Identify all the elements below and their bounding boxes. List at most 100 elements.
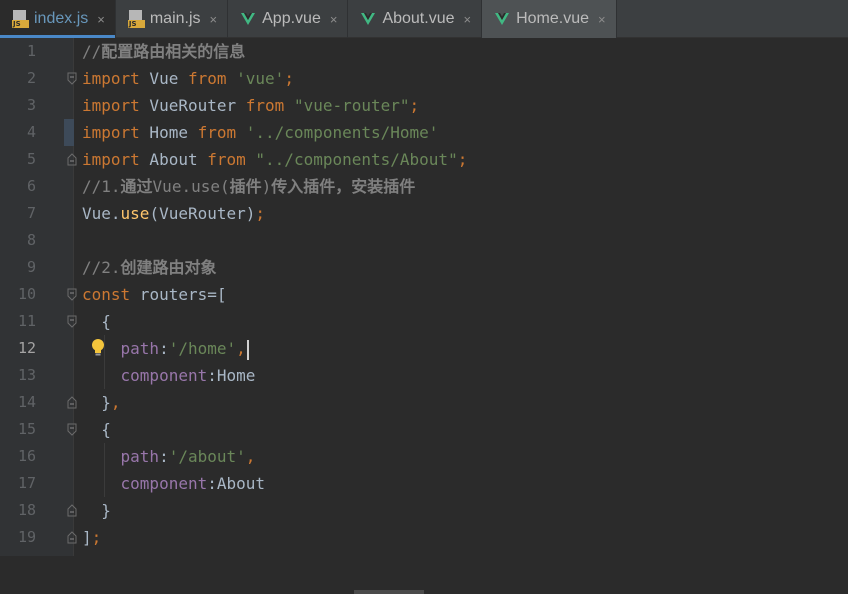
line-number: 18: [17, 501, 36, 519]
tab-label: App.vue: [262, 10, 321, 27]
code-token: '../components/Home': [245, 123, 439, 142]
code-line[interactable]: 16 path:'/about',: [0, 443, 848, 470]
code-token: 配置路由相关的信息: [101, 42, 246, 61]
code-text: {: [82, 308, 111, 335]
code-line[interactable]: 17 component:About: [0, 470, 848, 497]
code-token: 传入插件，安装插件: [271, 177, 416, 196]
fold-end-icon[interactable]: [67, 396, 77, 409]
code-token: from: [187, 69, 227, 88]
code-text: {: [82, 416, 111, 443]
line-number: 2: [26, 69, 36, 87]
code-line[interactable]: 3 import VueRouter from "vue-router";: [0, 92, 848, 119]
fold-end-icon[interactable]: [67, 153, 77, 166]
line-number: 12: [17, 339, 36, 357]
tab-app-vue[interactable]: App.vue ×: [228, 0, 349, 38]
code-text: //2.创建路由对象: [82, 254, 217, 281]
code-token: }: [82, 501, 111, 520]
change-marker: [64, 119, 74, 146]
close-icon[interactable]: ×: [330, 12, 338, 27]
code-text: },: [82, 389, 120, 416]
code-line[interactable]: 19];: [0, 524, 848, 551]
close-icon[interactable]: ×: [464, 12, 472, 27]
tab-about-vue[interactable]: About.vue ×: [348, 0, 483, 38]
js-file-icon: JS: [12, 10, 29, 28]
fold-end-icon[interactable]: [67, 504, 77, 517]
code-token: component: [120, 474, 208, 493]
tab-label: Home.vue: [516, 10, 590, 27]
code-text: //配置路由相关的信息: [82, 38, 245, 65]
code-token: import: [82, 150, 140, 169]
code-line[interactable]: 8: [0, 227, 848, 254]
code-token: //: [82, 42, 102, 61]
tab-home-vue[interactable]: Home.vue ×: [482, 0, 617, 38]
close-icon[interactable]: ×: [598, 12, 606, 27]
code-line[interactable]: 15 {: [0, 416, 848, 443]
code-line[interactable]: 2 import Vue from 'vue';: [0, 65, 848, 92]
code-line[interactable]: 12 path:'/home',: [0, 335, 848, 362]
code-line[interactable]: 11 {: [0, 308, 848, 335]
vue-file-icon: [241, 13, 256, 25]
code-token: 通过: [120, 177, 153, 196]
tab-label: index.js: [34, 10, 89, 27]
text-cursor: [246, 339, 249, 360]
tab-index-js[interactable]: JS index.js ×: [0, 0, 116, 38]
code-token: {: [82, 312, 111, 331]
line-number: 16: [17, 447, 36, 465]
code-token: ,: [245, 447, 256, 466]
code-text: import VueRouter from "vue-router";: [82, 92, 419, 119]
code-token: import: [82, 96, 140, 115]
code-token: ;: [457, 150, 468, 169]
fold-expanded-icon[interactable]: [67, 315, 77, 328]
code-token: Vue.use(: [152, 177, 230, 196]
fold-expanded-icon[interactable]: [67, 423, 77, 436]
line-number: 8: [26, 231, 36, 249]
fold-end-icon[interactable]: [67, 531, 77, 544]
code-text: }: [82, 497, 111, 524]
line-number: 1: [26, 42, 36, 60]
code-line[interactable]: 13 component:Home: [0, 362, 848, 389]
code-text: ];: [82, 524, 101, 551]
fold-expanded-icon[interactable]: [67, 72, 77, 85]
code-line[interactable]: 1 //配置路由相关的信息: [0, 38, 848, 65]
line-number: 14: [17, 393, 36, 411]
code-token: ): [261, 177, 272, 196]
code-token: Vue.: [82, 204, 121, 223]
code-line[interactable]: 18 }: [0, 497, 848, 524]
code-token: 创建路由对象: [120, 258, 217, 277]
code-text: Vue.use(VueRouter);: [82, 200, 265, 227]
fold-expanded-icon[interactable]: [67, 288, 77, 301]
tab-main-js[interactable]: JS main.js ×: [116, 0, 229, 38]
horizontal-scrollbar-thumb[interactable]: [354, 590, 424, 594]
code-line[interactable]: 5 import About from "../components/About"…: [0, 146, 848, 173]
code-token: ;: [255, 204, 266, 223]
code-token: //1.: [82, 177, 121, 196]
code-token: "vue-router": [293, 96, 410, 115]
code-line[interactable]: 6 //1.通过Vue.use(插件)传入插件，安装插件: [0, 173, 848, 200]
code-token: import: [82, 69, 140, 88]
code-line[interactable]: 7 Vue.use(VueRouter);: [0, 200, 848, 227]
code-text: import Home from '../components/Home': [82, 119, 438, 146]
code-token: {: [82, 420, 111, 439]
code-line[interactable]: 14 },: [0, 389, 848, 416]
code-token: ;: [409, 96, 420, 115]
code-token: ,: [236, 339, 246, 358]
code-line[interactable]: 10 const routers=[: [0, 281, 848, 308]
code-line[interactable]: 9 //2.创建路由对象: [0, 254, 848, 281]
editor-tab-bar: JS index.js × JS main.js × App.vue × About.vue × H…: [0, 0, 848, 38]
code-text: path:'/home',: [82, 335, 249, 362]
code-line[interactable]: 4 import Home from '../components/Home': [0, 119, 848, 146]
code-token: '/about': [168, 447, 246, 466]
code-token: (VueRouter): [149, 204, 256, 223]
code-editor[interactable]: 1 //配置路由相关的信息 2 import Vue from 'vue'; 3 impo…: [0, 38, 848, 594]
close-icon[interactable]: ×: [210, 12, 218, 27]
code-text: component:Home: [82, 362, 256, 389]
code-token: routers=[: [130, 285, 227, 304]
tab-label: main.js: [149, 10, 201, 27]
close-icon[interactable]: ×: [97, 12, 105, 27]
line-number: 6: [26, 177, 36, 195]
line-number: 13: [17, 366, 36, 384]
